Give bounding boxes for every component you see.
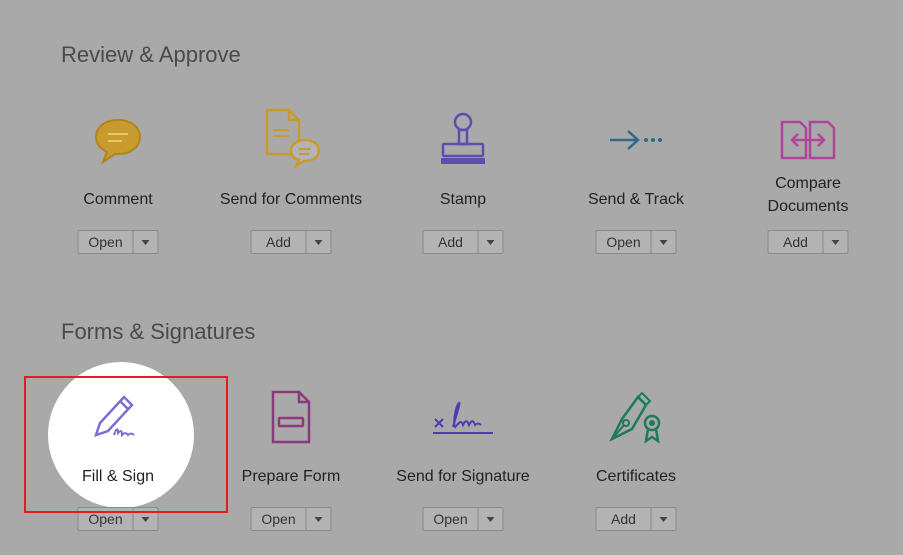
stamp-icon <box>431 108 495 172</box>
tool-button-group: Open <box>422 507 504 531</box>
tool-label: Prepare Form <box>241 468 341 485</box>
tool-button-group: Add <box>767 230 849 254</box>
red-highlight-box <box>24 376 228 513</box>
tool-send-for-comments[interactable]: Send for Comments Add <box>205 108 377 254</box>
send-for-comments-icon <box>259 108 323 172</box>
comment-icon <box>86 108 150 172</box>
section-title-forms: Forms & Signatures <box>61 319 256 344</box>
chevron-down-icon <box>314 239 323 245</box>
open-button[interactable]: Open <box>597 231 652 253</box>
tool-button-group: Add <box>422 230 504 254</box>
certificates-icon <box>604 385 668 449</box>
tool-button-group: Open <box>250 507 332 531</box>
dropdown-button[interactable] <box>307 231 331 253</box>
tool-label: Send & Track <box>587 191 685 208</box>
compare-documents-icon <box>776 108 840 172</box>
dropdown-button[interactable] <box>652 231 676 253</box>
tool-prepare-form[interactable]: Prepare Form Open <box>205 385 377 531</box>
tool-button-group: Add <box>595 507 677 531</box>
tool-button-group: Add <box>250 230 332 254</box>
chevron-down-icon <box>314 516 323 522</box>
open-button[interactable]: Open <box>79 231 134 253</box>
tool-certificates[interactable]: Certificates Add <box>550 385 722 531</box>
tool-label: Compare Documents <box>767 175 849 215</box>
dropdown-button[interactable] <box>479 508 503 530</box>
tool-label: Send for Comments <box>219 191 363 208</box>
tool-label: Send for Signature <box>396 468 530 485</box>
add-button[interactable]: Add <box>769 231 824 253</box>
dropdown-button[interactable] <box>652 508 676 530</box>
tool-compare-documents[interactable]: Compare Documents Add <box>722 108 894 254</box>
tool-send-track[interactable]: Send & Track Open <box>550 108 722 254</box>
prepare-form-icon <box>259 385 323 449</box>
dropdown-button[interactable] <box>134 231 158 253</box>
send-track-icon <box>604 108 668 172</box>
chevron-down-icon <box>141 239 150 245</box>
tool-stamp[interactable]: Stamp Add <box>377 108 549 254</box>
chevron-down-icon <box>659 239 668 245</box>
add-button[interactable]: Add <box>252 231 307 253</box>
tool-button-group: Open <box>77 230 159 254</box>
dropdown-button[interactable] <box>479 231 503 253</box>
chevron-down-icon <box>659 516 668 522</box>
tool-label: Certificates <box>595 468 677 485</box>
dropdown-button[interactable] <box>824 231 848 253</box>
tool-comment[interactable]: Comment Open <box>32 108 204 254</box>
open-button[interactable]: Open <box>252 508 307 530</box>
chevron-down-icon <box>486 516 495 522</box>
open-button[interactable]: Open <box>424 508 479 530</box>
tool-button-group: Open <box>595 230 677 254</box>
add-button[interactable]: Add <box>424 231 479 253</box>
chevron-down-icon <box>141 516 150 522</box>
chevron-down-icon <box>486 239 495 245</box>
tool-label: Comment <box>83 191 153 208</box>
add-button[interactable]: Add <box>597 508 652 530</box>
tool-label: Stamp <box>439 191 487 208</box>
dropdown-button[interactable] <box>307 508 331 530</box>
chevron-down-icon <box>831 239 840 245</box>
tool-send-for-signature[interactable]: Send for Signature Open <box>377 385 549 531</box>
send-for-signature-icon <box>431 385 495 449</box>
section-title-review: Review & Approve <box>61 42 241 67</box>
